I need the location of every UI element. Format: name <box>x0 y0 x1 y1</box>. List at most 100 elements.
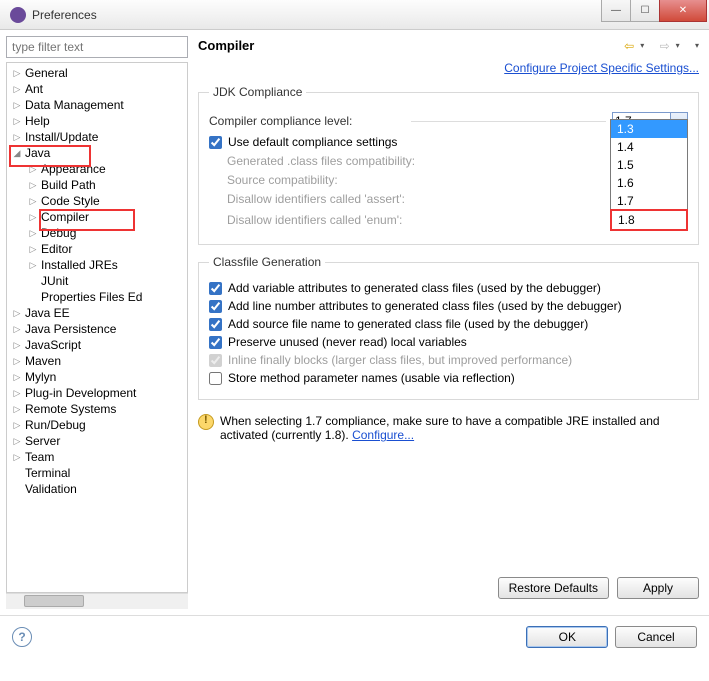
use-default-label: Use default compliance settings <box>228 135 397 149</box>
tree-item[interactable]: ▷Compiler <box>7 209 187 225</box>
configure-project-settings-link[interactable]: Configure Project Specific Settings... <box>504 61 699 75</box>
twisty-icon[interactable]: ▷ <box>11 84 23 95</box>
tree-item[interactable]: ▷Install/Update <box>7 129 187 145</box>
jdk-compliance-group: JDK Compliance Compiler compliance level… <box>198 85 699 245</box>
compliance-warning: When selecting 1.7 compliance, make sure… <box>198 410 699 446</box>
compliance-level-label: Compiler compliance level: <box>209 114 405 128</box>
cancel-button[interactable]: Cancel <box>615 626 697 648</box>
back-menu-icon[interactable]: ▾ <box>640 41 644 50</box>
twisty-icon[interactable]: ▷ <box>11 324 23 335</box>
dropdown-option[interactable]: 1.4 <box>611 138 687 156</box>
close-button[interactable]: ✕ <box>659 0 707 22</box>
tree-item[interactable]: ▷Plug-in Development <box>7 385 187 401</box>
tree-item[interactable]: ▷Mylyn <box>7 369 187 385</box>
twisty-icon[interactable]: ▷ <box>11 132 23 143</box>
tree-item[interactable]: ▷Debug <box>7 225 187 241</box>
tree-item-label: Java <box>23 146 50 160</box>
tree-item[interactable]: ▷Build Path <box>7 177 187 193</box>
disallow-enum-label: Disallow identifiers called 'enum': <box>209 213 612 227</box>
twisty-icon[interactable]: ▷ <box>11 436 23 447</box>
twisty-icon[interactable]: ▷ <box>11 372 23 383</box>
tree-item[interactable]: ◢Java <box>7 145 187 161</box>
maximize-button[interactable]: ☐ <box>630 0 660 22</box>
twisty-icon[interactable]: ▷ <box>11 116 23 127</box>
twisty-icon[interactable]: ▷ <box>11 100 23 111</box>
tree-item[interactable]: ▷Help <box>7 113 187 129</box>
tree-item[interactable]: ▷Server <box>7 433 187 449</box>
dropdown-option[interactable]: 1.5 <box>611 156 687 174</box>
page-menu-icon[interactable]: ▾ <box>695 41 699 50</box>
tree-item[interactable]: ▷General <box>7 65 187 81</box>
compliance-level-dropdown[interactable]: 1.31.41.51.61.71.8 <box>610 119 688 231</box>
filter-input[interactable] <box>6 36 188 58</box>
tree-item[interactable]: ▷JavaScript <box>7 337 187 353</box>
twisty-icon[interactable]: ▷ <box>27 212 39 223</box>
twisty-icon[interactable]: ◢ <box>11 148 23 159</box>
apply-button[interactable]: Apply <box>617 577 699 599</box>
twisty-icon[interactable]: ▷ <box>11 388 23 399</box>
use-default-checkbox[interactable] <box>209 136 222 149</box>
twisty-icon[interactable]: ▷ <box>11 404 23 415</box>
tree-item[interactable]: ▷Remote Systems <box>7 401 187 417</box>
twisty-icon[interactable]: ▷ <box>27 196 39 207</box>
tree-item[interactable]: ▷Maven <box>7 353 187 369</box>
tree-item-label: Mylyn <box>23 370 56 384</box>
twisty-icon[interactable]: ▷ <box>11 452 23 463</box>
preserve-label: Preserve unused (never read) local varia… <box>228 335 467 349</box>
configure-link[interactable]: Configure... <box>352 428 414 442</box>
add-line-checkbox[interactable] <box>209 300 222 313</box>
add-src-checkbox[interactable] <box>209 318 222 331</box>
tree-item-label: Plug-in Development <box>23 386 136 400</box>
tree-item[interactable]: ▷Ant <box>7 81 187 97</box>
store-param-checkbox[interactable] <box>209 372 222 385</box>
tree-item[interactable]: ▷Java Persistence <box>7 321 187 337</box>
compiler-page: Compiler ⇦▾ ⇨▾ ▾ Configure Project Speci… <box>194 36 703 609</box>
tree-item[interactable]: ▷Appearance <box>7 161 187 177</box>
tree-item[interactable]: Validation <box>7 481 187 497</box>
help-button[interactable]: ? <box>12 627 32 647</box>
tree-item-label: Maven <box>23 354 61 368</box>
tree-item-label: Installed JREs <box>39 258 118 272</box>
tree-item-label: Properties Files Ed <box>39 290 142 304</box>
twisty-icon[interactable]: ▷ <box>11 340 23 351</box>
back-icon[interactable]: ⇦ <box>624 39 634 53</box>
tree-item-label: Data Management <box>23 98 124 112</box>
preserve-checkbox[interactable] <box>209 336 222 349</box>
tree-item[interactable]: ▷Editor <box>7 241 187 257</box>
forward-icon[interactable]: ⇨ <box>660 39 670 53</box>
twisty-icon[interactable]: ▷ <box>27 180 39 191</box>
add-src-label: Add source file name to generated class … <box>228 317 588 331</box>
tree-item-label: Remote Systems <box>23 402 116 416</box>
tree-item[interactable]: ▷Installed JREs <box>7 257 187 273</box>
ok-button[interactable]: OK <box>526 626 608 648</box>
twisty-icon[interactable]: ▷ <box>27 228 39 239</box>
tree-item[interactable]: Properties Files Ed <box>7 289 187 305</box>
tree-item[interactable]: ▷Team <box>7 449 187 465</box>
tree-item[interactable]: ▷Run/Debug <box>7 417 187 433</box>
tree-horizontal-scrollbar[interactable] <box>6 593 188 609</box>
add-var-checkbox[interactable] <box>209 282 222 295</box>
twisty-icon[interactable]: ▷ <box>27 260 39 271</box>
twisty-icon[interactable]: ▷ <box>27 244 39 255</box>
dropdown-option[interactable]: 1.8 <box>610 209 688 231</box>
restore-defaults-button[interactable]: Restore Defaults <box>498 577 609 599</box>
twisty-icon[interactable]: ▷ <box>11 356 23 367</box>
twisty-icon[interactable]: ▷ <box>11 68 23 79</box>
tree-item[interactable]: ▷Java EE <box>7 305 187 321</box>
tree-item[interactable]: Terminal <box>7 465 187 481</box>
preferences-tree[interactable]: ▷General▷Ant▷Data Management▷Help▷Instal… <box>6 62 188 593</box>
tree-item-label: General <box>23 66 68 80</box>
dropdown-option[interactable]: 1.7 <box>611 192 687 210</box>
dropdown-option[interactable]: 1.3 <box>611 120 687 138</box>
dropdown-option[interactable]: 1.6 <box>611 174 687 192</box>
tree-item[interactable]: ▷Code Style <box>7 193 187 209</box>
tree-item-label: Code Style <box>39 194 100 208</box>
twisty-icon[interactable]: ▷ <box>11 420 23 431</box>
forward-menu-icon[interactable]: ▾ <box>676 41 680 50</box>
twisty-icon[interactable]: ▷ <box>11 308 23 319</box>
tree-item[interactable]: JUnit <box>7 273 187 289</box>
jdk-legend: JDK Compliance <box>209 85 306 99</box>
twisty-icon[interactable]: ▷ <box>27 164 39 175</box>
minimize-button[interactable]: — <box>601 0 631 22</box>
tree-item[interactable]: ▷Data Management <box>7 97 187 113</box>
